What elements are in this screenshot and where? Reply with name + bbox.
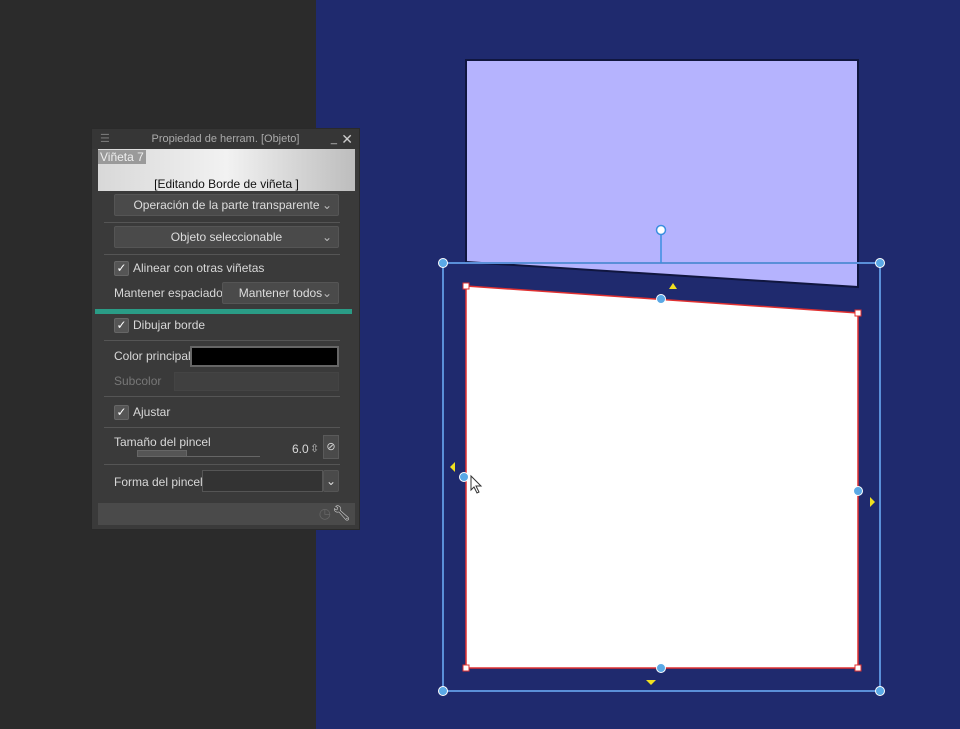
divider [104, 464, 340, 465]
corner-handle[interactable] [462, 282, 470, 290]
brush-shape-field[interactable] [202, 470, 323, 492]
handle[interactable] [656, 294, 666, 304]
handle[interactable] [875, 258, 885, 268]
brush-shape-dropdown[interactable]: ⌄ [323, 470, 339, 492]
spacing-label: Mantener espaciado [114, 286, 223, 300]
hamburger-icon[interactable]: ☰ [100, 129, 110, 149]
handle[interactable] [438, 686, 448, 696]
accent-bar [95, 309, 352, 314]
select-value: Objeto seleccionable [170, 230, 283, 244]
spacing-select[interactable]: Mantener todos ⌄ [222, 282, 339, 304]
pressure-icon: ⊘ [326, 441, 336, 453]
brush-size-value[interactable]: 6.0 [292, 440, 309, 458]
preview-status: [Editando Borde de viñeta ] [154, 177, 299, 191]
draw-border-label: Dibujar borde [133, 318, 206, 332]
divider [104, 222, 340, 223]
pressure-settings-button[interactable]: ⊘ [323, 435, 339, 459]
chevron-down-icon: ⌄ [325, 474, 337, 488]
chevron-down-icon: ⌄ [321, 286, 332, 300]
checkbox-checked[interactable]: ✓ [114, 318, 129, 334]
brush-size-slider[interactable] [137, 450, 260, 457]
align-label: Alinear con otras viñetas [133, 261, 265, 275]
divider [104, 427, 340, 428]
transparent-operation-select[interactable]: Operación de la parte transparente ⌄ [114, 194, 339, 216]
handle[interactable] [853, 486, 863, 496]
panel-footer: ◷ 🔧︎ [98, 503, 355, 525]
upper-frame[interactable] [465, 59, 859, 289]
minimize-icon[interactable]: _ [331, 129, 337, 149]
select-value: Operación de la parte transparente [133, 198, 320, 212]
clock-icon[interactable]: ◷ [319, 505, 331, 522]
brush-shape-label: Forma del pincel [114, 475, 203, 489]
adjust-checkbox[interactable]: ✓ Ajustar [114, 403, 170, 421]
panel-title: Propiedad de herram. [Objeto] [151, 133, 300, 145]
close-icon[interactable]: ✕ [341, 129, 353, 149]
wrench-icon[interactable]: 🔧︎ [332, 504, 351, 522]
chevron-down-icon: ⌄ [321, 198, 332, 212]
rotate-handle[interactable] [655, 224, 667, 236]
divider [104, 254, 340, 255]
divider [104, 396, 340, 397]
subcolor-label: Subcolor [114, 374, 162, 388]
frame-preview: Viñeta 7 [Editando Borde de viñeta ] [98, 149, 355, 191]
checkbox-checked[interactable]: ✓ [114, 261, 129, 277]
corner-handle[interactable] [462, 664, 470, 672]
canvas[interactable] [316, 0, 960, 729]
adjust-label: Ajustar [133, 405, 171, 419]
brush-size-label: Tamaño del pincel [114, 435, 211, 449]
selected-frame[interactable] [465, 285, 859, 669]
draw-border-checkbox[interactable]: ✓ Dibujar borde [114, 316, 205, 334]
panel-titlebar: ☰ Propiedad de herram. [Objeto] _ ✕ [92, 129, 359, 149]
corner-handle[interactable] [854, 309, 862, 317]
handle[interactable] [875, 686, 885, 696]
handle[interactable] [438, 258, 448, 268]
tool-property-panel: ☰ Propiedad de herram. [Objeto] _ ✕ Viñe… [91, 128, 360, 530]
handle[interactable] [656, 663, 666, 673]
corner-handle[interactable] [854, 664, 862, 672]
slider-fill[interactable] [137, 450, 187, 457]
main-color-swatch[interactable] [190, 346, 339, 367]
select-value: Mantener todos [238, 286, 323, 300]
handle[interactable] [459, 472, 469, 482]
subcolor-swatch [174, 372, 339, 391]
divider [104, 340, 340, 341]
main-color-label: Color principal [114, 349, 191, 363]
selectable-object-select[interactable]: Objeto seleccionable ⌄ [114, 226, 339, 248]
chevron-down-icon: ⌄ [321, 230, 332, 244]
spin-icon[interactable]: ⇳ [310, 440, 319, 458]
checkbox-checked[interactable]: ✓ [114, 405, 129, 421]
align-checkbox[interactable]: ✓ Alinear con otras viñetas [114, 259, 264, 277]
preview-name: Viñeta 7 [98, 150, 146, 164]
